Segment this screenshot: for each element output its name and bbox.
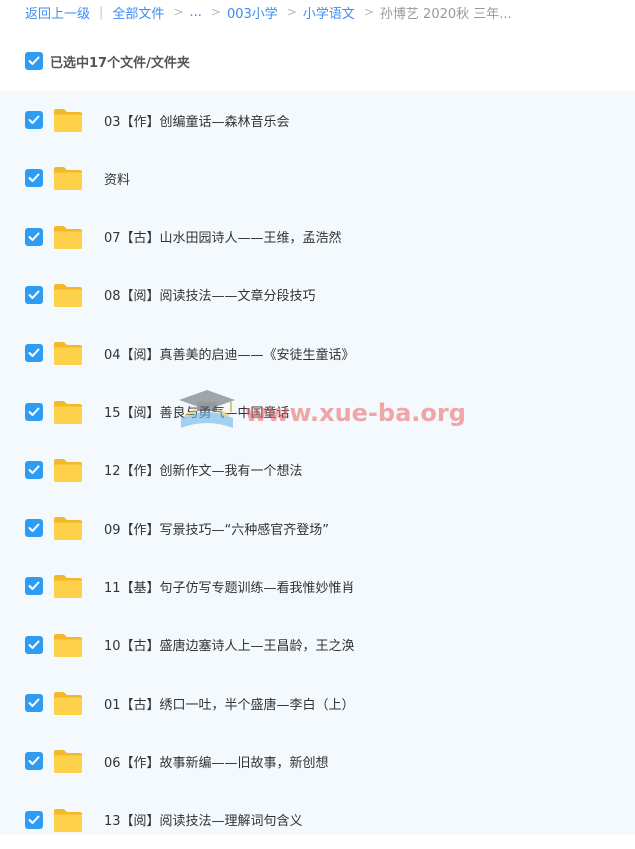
file-row[interactable]: 07【古】山水田园诗人——王维，孟浩然 <box>0 208 635 266</box>
file-name[interactable]: 15【阅】善良与勇气—中国童话 <box>104 402 290 421</box>
file-row[interactable]: 03【作】创编童话—森林音乐会 <box>0 91 635 149</box>
breadcrumb: 返回上一级 | 全部文件 > ... > 003小学 > 小学语文 > 孙博艺 … <box>0 0 635 24</box>
breadcrumb-ellipsis[interactable]: ... <box>189 5 201 20</box>
select-all-checkbox[interactable] <box>25 52 43 70</box>
file-row[interactable]: 09【作】写景技巧—“六种感官齐登场” <box>0 499 635 557</box>
file-row[interactable]: 15【阅】善良与勇气—中国童话 <box>0 383 635 441</box>
check-icon <box>28 348 40 358</box>
row-checkbox[interactable] <box>25 460 43 479</box>
check-icon <box>28 581 40 591</box>
folder-icon <box>54 167 82 191</box>
folder-icon <box>54 458 82 482</box>
file-name[interactable]: 08【阅】阅读技法——文章分段技巧 <box>104 285 316 304</box>
row-checkbox[interactable] <box>25 519 43 538</box>
chevron-right-icon: > <box>286 5 297 19</box>
file-list: 03【作】创编童话—森林音乐会 资料 07【古】山水田园诗人——王维，孟浩然 08【阅… <box>0 91 635 835</box>
folder-icon <box>54 808 82 832</box>
file-name[interactable]: 07【古】山水田园诗人——王维，孟浩然 <box>104 227 342 246</box>
file-row[interactable]: 13【阅】阅读技法—理解词句含义 <box>0 791 635 849</box>
selection-bar: 已选中17个文件/文件夹 <box>25 46 190 76</box>
folder-icon <box>54 692 82 715</box>
row-checkbox[interactable] <box>25 344 43 363</box>
folder-icon <box>54 750 82 774</box>
check-icon <box>28 115 40 124</box>
check-icon <box>28 173 40 183</box>
check-icon <box>28 465 40 474</box>
file-row[interactable]: 08【阅】阅读技法——文章分段技巧 <box>0 266 635 324</box>
file-row[interactable]: 12【作】创新作文—我有一个想法 <box>0 441 635 499</box>
file-name[interactable]: 11【基】句子仿写专题训练—看我惟妙惟肖 <box>104 577 355 596</box>
selection-count-label: 已选中17个文件/文件夹 <box>50 55 190 71</box>
file-row[interactable]: 01【古】绣口一吐，半个盛唐—李白（上） <box>0 674 635 732</box>
file-name[interactable]: 04【阅】真善美的启迪——《安徒生童话》 <box>104 344 355 363</box>
breadcrumb-current: 孙博艺 2020秋 三年... <box>379 6 512 22</box>
folder-icon <box>54 342 82 366</box>
breadcrumb-all-files[interactable]: 全部文件 <box>112 3 164 22</box>
folder-icon <box>54 517 82 541</box>
check-icon <box>28 815 40 824</box>
file-name[interactable]: 12【作】创新作文—我有一个想法 <box>104 460 303 479</box>
check-icon <box>28 523 40 533</box>
folder-icon <box>54 575 82 599</box>
folder-icon <box>54 400 82 424</box>
chevron-right-icon: > <box>173 5 184 19</box>
file-row[interactable]: 06【作】故事新编——旧故事，新创想 <box>0 732 635 790</box>
file-row[interactable]: 资料 <box>0 149 635 207</box>
check-icon <box>28 290 40 299</box>
file-name[interactable]: 10【古】盛唐边塞诗人上—王昌龄，王之涣 <box>104 635 355 654</box>
file-name[interactable]: 01【古】绣口一吐，半个盛唐—李白（上） <box>104 694 355 713</box>
breadcrumb-003[interactable]: 003小学 <box>227 3 278 22</box>
chevron-right-icon: > <box>363 5 374 19</box>
check-icon <box>28 56 40 65</box>
folder-icon <box>54 283 82 307</box>
check-icon <box>28 232 40 241</box>
row-checkbox[interactable] <box>25 285 43 304</box>
row-checkbox[interactable] <box>25 111 43 129</box>
folder-icon <box>54 633 82 657</box>
file-name[interactable]: 09【作】写景技巧—“六种感官齐登场” <box>104 519 329 538</box>
check-icon <box>28 640 40 649</box>
file-name[interactable]: 资料 <box>104 169 130 188</box>
row-checkbox[interactable] <box>25 694 43 712</box>
file-name[interactable]: 13【阅】阅读技法—理解词句含义 <box>104 810 303 829</box>
row-checkbox[interactable] <box>25 227 43 246</box>
row-checkbox[interactable] <box>25 752 43 771</box>
check-icon <box>28 407 40 416</box>
folder-icon <box>54 225 82 249</box>
back-link[interactable]: 返回上一级 <box>25 3 90 22</box>
breadcrumb-divider: | <box>99 4 104 20</box>
row-checkbox[interactable] <box>25 577 43 596</box>
chevron-right-icon: > <box>210 5 221 19</box>
check-icon <box>28 756 40 766</box>
check-icon <box>28 698 40 707</box>
row-checkbox[interactable] <box>25 635 43 654</box>
row-checkbox[interactable] <box>25 810 43 829</box>
file-row[interactable]: 11【基】句子仿写专题训练—看我惟妙惟肖 <box>0 557 635 615</box>
row-checkbox[interactable] <box>25 402 43 421</box>
file-name[interactable]: 03【作】创编童话—森林音乐会 <box>104 111 290 130</box>
file-name[interactable]: 06【作】故事新编——旧故事，新创想 <box>104 752 329 771</box>
row-checkbox[interactable] <box>25 169 43 188</box>
file-row[interactable]: 04【阅】真善美的启迪——《安徒生童话》 <box>0 324 635 382</box>
file-row[interactable]: 10【古】盛唐边塞诗人上—王昌龄，王之涣 <box>0 616 635 674</box>
folder-icon <box>54 109 82 132</box>
breadcrumb-chinese[interactable]: 小学语文 <box>303 3 355 22</box>
